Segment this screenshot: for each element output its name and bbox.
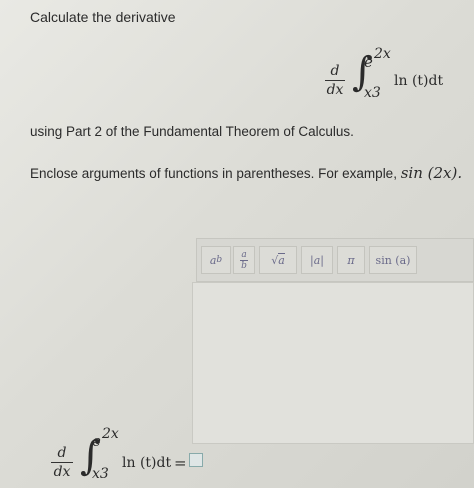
upper-limit-exponent: 2x: [374, 46, 391, 62]
fraction-button[interactable]: a b: [233, 246, 255, 274]
answer-d-dx-fraction: d dx: [51, 445, 73, 480]
answer-integrand: ln (t)dt: [122, 455, 172, 471]
answer-upper-base: e: [92, 432, 101, 450]
absolute-value-button[interactable]: |a|: [301, 246, 333, 274]
pi-button[interactable]: π: [337, 246, 365, 274]
sqrt-button[interactable]: √ a: [259, 246, 297, 274]
dx-denominator: dx: [326, 82, 344, 98]
fraction-bar: [325, 80, 345, 81]
equals-sign: =: [174, 454, 187, 472]
question-prompt: Calculate the derivative: [30, 9, 176, 25]
upper-limit-base: e: [364, 53, 373, 71]
instruction-text: Enclose arguments of functions in parent…: [30, 164, 462, 182]
ftc-sentence: using Part 2 of the Fundamental Theorem …: [30, 124, 354, 139]
exponent-button[interactable]: ab: [201, 246, 231, 274]
example-expression: sin (2x).: [400, 164, 463, 182]
lower-limit: x3: [364, 85, 381, 101]
sin-button[interactable]: sin (a): [369, 246, 417, 274]
answer-upper-exponent: 2x: [102, 426, 119, 442]
d-numerator: d: [330, 63, 340, 79]
answer-lower-limit: x3: [92, 466, 109, 482]
answer-input-box[interactable]: [189, 453, 203, 467]
instruction-label: Enclose arguments of functions in parent…: [30, 166, 397, 181]
math-toolbar: ab a b √ a |a| π sin (a): [196, 238, 474, 282]
integrand: ln (t)dt: [394, 73, 444, 89]
math-editor-area[interactable]: [192, 282, 474, 444]
d-dx-fraction: d dx: [325, 63, 345, 98]
